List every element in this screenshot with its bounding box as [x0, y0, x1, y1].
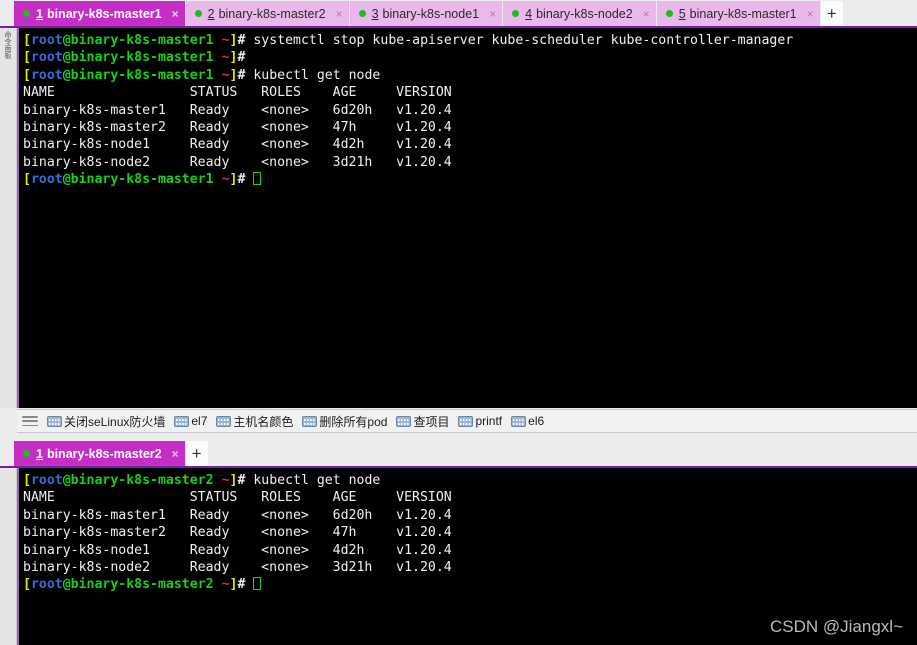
close-icon[interactable]: ×	[807, 8, 814, 20]
tab-index-label: 2	[207, 6, 215, 21]
new-tab-button-top[interactable]: +	[820, 1, 843, 26]
tab-title-label: binary-k8s-master2	[46, 446, 162, 461]
terminal-line: binary-k8s-master1 Ready <none> 6d20h v1…	[23, 507, 452, 523]
keyboard-icon	[511, 415, 527, 427]
bookmark-item[interactable]: 关闭seLinux防火墙	[47, 413, 165, 430]
tab-title-label: binary-k8s-node1	[382, 6, 480, 21]
close-icon[interactable]: ×	[172, 448, 179, 460]
terminal-line: NAME STATUS ROLES AGE VERSION	[23, 85, 452, 101]
close-icon[interactable]: ×	[336, 8, 343, 20]
bottom-tab-list: 1 binary-k8s-master2 ×	[14, 440, 186, 466]
bookmark-item-list: 关闭seLinux防火墙 el7 主机名颜色 删除所有pod 查项目 printf el6	[47, 413, 553, 430]
terminal-line: binary-k8s-node2 Ready <none> 3d21h v1.2…	[23, 154, 452, 170]
tab-binary-k8s-master1-5[interactable]: 5 binary-k8s-master1 ×	[656, 1, 821, 26]
left-side-rail-top[interactable]: 命令面板	[0, 28, 17, 408]
terminal-line: binary-k8s-master1 Ready <none> 6d20h v1…	[23, 102, 452, 118]
tab-title-label: binary-k8s-master2	[218, 6, 326, 21]
terminal-line: binary-k8s-master2 Ready <none> 47h v1.2…	[23, 525, 452, 541]
terminal-line: binary-k8s-node2 Ready <none> 3d21h v1.2…	[23, 559, 452, 575]
terminal-line: [root@binary-k8s-master1 ~]#	[23, 50, 246, 66]
bookmark-label: printf	[475, 414, 503, 428]
tab-binary-k8s-master2-2[interactable]: 2 binary-k8s-master2 ×	[185, 1, 350, 26]
tab-status-dot	[512, 10, 520, 17]
tab-index-label: 1	[36, 446, 43, 461]
top-panel-tab-bar: 1 binary-k8s-master1 × 2 binary-k8s-master2 ×…	[0, 0, 917, 28]
terminal-line: NAME STATUS ROLES AGE VERSION	[23, 490, 452, 506]
tab-bar-right-filler-bottom	[207, 441, 917, 466]
top-terminal-output[interactable]: [root@binary-k8s-master1 ~]# systemctl s…	[19, 28, 917, 408]
terminal-line: [root@binary-k8s-master1 ~]# systemctl s…	[23, 33, 794, 48]
tab-index-label: 1	[36, 6, 43, 21]
keyboard-icon	[216, 415, 232, 427]
bookmark-item[interactable]: 删除所有pod	[302, 413, 387, 430]
bookmark-label: el7	[191, 414, 208, 428]
tab-binary-k8s-node2-4[interactable]: 4 binary-k8s-node2 ×	[503, 1, 657, 26]
terminal-line: binary-k8s-node1 Ready <none> 4d2h v1.20…	[23, 137, 452, 153]
bookmark-label: 关闭seLinux防火墙	[64, 414, 166, 429]
tab-status-dot	[23, 10, 30, 17]
terminal-cursor	[253, 577, 262, 591]
bookmark-label: 主机名颜色	[233, 414, 294, 429]
bookmark-toolbar: 关闭seLinux防火墙 el7 主机名颜色 删除所有pod 查项目 printf el6	[17, 409, 917, 433]
terminal-line: [root@binary-k8s-master2 ~]#	[23, 576, 917, 593]
bottom-panel-tab-bar: 1 binary-k8s-master2 × +	[0, 440, 917, 468]
keyboard-icon	[302, 415, 318, 427]
left-side-rail-bottom[interactable]	[0, 468, 17, 645]
bookmark-item[interactable]: el6	[511, 414, 544, 428]
keyboard-icon	[47, 415, 62, 427]
terminal-cursor	[253, 172, 262, 186]
new-tab-button-bottom[interactable]: +	[185, 441, 208, 466]
terminal-line: binary-k8s-master2 Ready <none> 47h v1.2…	[23, 119, 452, 135]
tab-binary-k8s-master1-1[interactable]: 1 binary-k8s-master1 ×	[14, 1, 186, 26]
tab-bar-left-spacer	[0, 0, 14, 26]
close-icon[interactable]: ×	[489, 8, 496, 20]
tab-status-dot	[358, 10, 366, 17]
side-rail-label: 命令面板	[4, 31, 11, 59]
tab-title-label: binary-k8s-node2	[536, 6, 633, 21]
terminal-app-window: 1 binary-k8s-master1 × 2 binary-k8s-master2 ×…	[0, 0, 917, 645]
bookmark-item[interactable]: 查项目	[396, 413, 449, 430]
tab-index-label: 3	[371, 6, 379, 21]
tab-status-dot	[23, 450, 30, 457]
top-tab-list: 1 binary-k8s-master1 × 2 binary-k8s-master2 ×…	[14, 0, 821, 26]
bookmark-label: el6	[528, 414, 545, 428]
terminal-line: [root@binary-k8s-master1 ~]# kubectl get…	[23, 67, 381, 83]
bookmark-label: 查项目	[413, 414, 450, 429]
tab-index-label: 4	[525, 6, 533, 21]
tab-status-dot	[665, 10, 673, 17]
tab-bar-left-spacer-bottom	[0, 440, 14, 466]
tab-binary-k8s-node1-3[interactable]: 3 binary-k8s-node1 ×	[349, 1, 504, 26]
keyboard-icon	[396, 415, 412, 427]
tab-index-label: 5	[678, 6, 686, 21]
hamburger-icon[interactable]	[22, 414, 38, 428]
close-icon[interactable]: ×	[643, 8, 650, 20]
watermark-text: CSDN @Jiangxl~	[770, 617, 903, 636]
terminal-line: [root@binary-k8s-master1 ~]#	[23, 171, 917, 188]
tab-binary-k8s-master2-1[interactable]: 1 binary-k8s-master2 ×	[14, 441, 186, 466]
tab-status-dot	[194, 10, 202, 17]
keyboard-icon	[458, 415, 474, 427]
bookmark-item[interactable]: 主机名颜色	[216, 413, 293, 430]
bookmark-item[interactable]: printf	[458, 414, 502, 428]
terminal-line: binary-k8s-node1 Ready <none> 4d2h v1.20…	[23, 542, 452, 558]
tab-bar-right-filler	[842, 1, 917, 26]
bookmark-label: 删除所有pod	[319, 414, 388, 429]
terminal-line: [root@binary-k8s-master2 ~]# kubectl get…	[23, 473, 381, 488]
close-icon[interactable]: ×	[172, 8, 179, 20]
tab-title-label: binary-k8s-master1	[689, 6, 797, 21]
bookmark-item[interactable]: el7	[174, 414, 207, 428]
keyboard-icon	[174, 415, 190, 427]
tab-title-label: binary-k8s-master1	[46, 6, 162, 21]
